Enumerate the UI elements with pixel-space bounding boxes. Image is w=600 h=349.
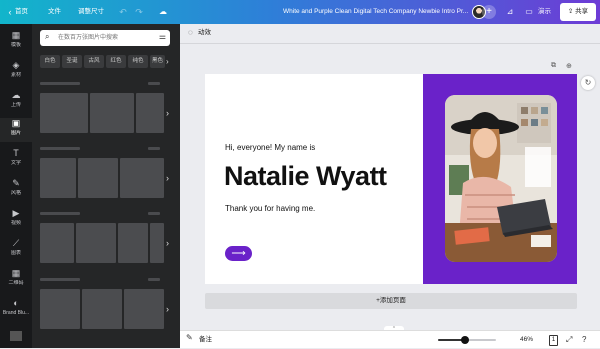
chevron-left-icon[interactable]: ‹ (5, 0, 15, 24)
redo-icon[interactable]: ↷ (134, 0, 144, 24)
add-page-button[interactable]: +添加页面 (205, 293, 577, 309)
search-icon: ⌕ (45, 32, 50, 41)
notes-icon[interactable]: ✎ (186, 333, 193, 342)
search-placeholder: 在数百万张图片中搜索 (58, 35, 119, 41)
document-title[interactable]: White and Purple Clean Digital Tech Comp… (283, 0, 468, 24)
section-header-placeholder (40, 278, 80, 281)
add-collaborator-button[interactable]: + (482, 5, 496, 19)
chevron-right-icon[interactable]: › (166, 55, 169, 68)
sidebar-item-video[interactable]: ▶ 视频 (0, 208, 32, 232)
chip-christmas[interactable]: 圣诞 (62, 55, 82, 68)
fullscreen-icon[interactable]: ⤢ (566, 331, 572, 349)
chip-solid[interactable]: 纯色 (128, 55, 148, 68)
video-icon: ▶ (12, 208, 20, 218)
photo-thumbnail[interactable] (82, 289, 122, 329)
chip-black[interactable]: 黑色 (150, 55, 165, 68)
photo-thumbnail[interactable] (90, 93, 134, 133)
present-button[interactable]: 演示 (538, 0, 551, 24)
photo-thumbnail[interactable] (76, 223, 116, 263)
photo-thumbnail[interactable] (40, 289, 80, 329)
duplicate-page-icon[interactable]: ⧉ (551, 62, 556, 70)
photo-thumbnail[interactable] (40, 223, 74, 263)
zoom-level[interactable]: 46% (520, 331, 533, 349)
page-count[interactable]: 1 (549, 335, 558, 346)
notes-button[interactable]: 备注 (199, 331, 212, 349)
search-input[interactable]: ⌕ 在数百万张图片中搜索 ⚌ (40, 30, 170, 46)
photos-icon: ▣ (11, 118, 21, 128)
upload-icon: ☁ (11, 90, 21, 100)
filter-icon[interactable]: ⚌ (159, 32, 166, 41)
cloud-icon: ☁ (159, 7, 167, 16)
sidebar-item-styles[interactable]: ✎ 风格 (0, 178, 32, 202)
see-all-placeholder (148, 82, 160, 85)
photo-thumbnail[interactable] (40, 93, 88, 133)
arrow-right-icon[interactable]: ⟶ (225, 246, 252, 261)
share-button[interactable]: ⇪ 共享 (560, 3, 596, 21)
section-header-placeholder (40, 212, 80, 215)
section-header-placeholder (40, 147, 80, 150)
brand-icon: ◐ (13, 298, 19, 308)
file-menu[interactable]: 文件 (48, 0, 61, 24)
sidebar-item-brand[interactable]: ◐ Brand Blu... (0, 298, 32, 322)
photo-thumbnail[interactable] (40, 158, 76, 198)
photo-thumbnail[interactable] (118, 223, 148, 263)
apps-icon (10, 331, 22, 341)
see-all-placeholder (148, 147, 160, 150)
photo-thumbnail[interactable] (120, 158, 164, 198)
add-page-icon[interactable]: ⊕ (566, 62, 572, 70)
see-all-placeholder (148, 212, 160, 215)
chip-white[interactable]: 白色 (40, 55, 60, 68)
see-all-placeholder (148, 278, 160, 281)
chevron-right-icon[interactable]: › (166, 108, 169, 118)
help-icon[interactable]: ? (582, 331, 586, 349)
undo-icon[interactable]: ↶ (118, 0, 128, 24)
analytics-icon[interactable]: ⊿ (504, 0, 516, 24)
resize-menu[interactable]: 调整尺寸 (78, 0, 104, 24)
presenter-name[interactable]: Natalie Wyatt (224, 161, 387, 192)
greeting-text[interactable]: Hi, everyone! My name is (225, 143, 315, 152)
photo-thumbnail[interactable] (78, 158, 118, 198)
sidebar-item-text[interactable]: T 文字 (0, 148, 32, 172)
top-bar: ‹ 首页 文件 调整尺寸 ↶ ↷ ☁ White and Purple Clea… (0, 0, 600, 24)
slide-canvas[interactable]: Hi, everyone! My name is Natalie Wyatt T… (205, 74, 577, 284)
bottom-bar: ✎ 备注 46% 1 ⤢ ? (180, 330, 600, 348)
photo-thumbnail[interactable] (150, 223, 164, 263)
chip-ancient[interactable]: 古风 (84, 55, 104, 68)
elements-icon: ◈ (12, 60, 20, 70)
template-icon: ▦ (11, 30, 21, 40)
text-icon: T (13, 148, 19, 158)
animate-button[interactable]: 动效 (198, 27, 211, 39)
photo-thumbnail[interactable] (124, 289, 164, 329)
sidebar-item-photos[interactable]: ▣ 图片 (0, 118, 32, 142)
sidebar-item-elements[interactable]: ◈ 素材 (0, 60, 32, 84)
slide-photo[interactable] (445, 95, 557, 262)
toolbar-divider (180, 43, 600, 44)
chevron-right-icon[interactable]: › (166, 173, 169, 183)
home-button[interactable]: 首页 (15, 0, 28, 24)
sidebar-item-templates[interactable]: ▦ 模板 (0, 30, 32, 54)
section-header-placeholder (40, 82, 80, 85)
thanks-text[interactable]: Thank you for having me. (225, 204, 315, 213)
zoom-slider[interactable] (438, 336, 496, 344)
sidebar-rail: ▦ 模板 ◈ 素材 ☁ 上传 ▣ 图片 T 文字 ✎ 风格 ▶ 视频 ⟋ 图表 … (0, 24, 32, 348)
qrcode-icon: ▦ (11, 268, 21, 278)
photo-thumbnail[interactable] (136, 93, 164, 133)
woman-with-laptop-photo (445, 95, 557, 262)
chevron-right-icon[interactable]: › (166, 304, 169, 314)
sidebar-item-qrcode[interactable]: ▦ 二维码 (0, 268, 32, 292)
refresh-icon[interactable]: ↻ (581, 76, 595, 90)
charts-icon: ⟋ (12, 238, 20, 248)
chip-red[interactable]: 红色 (106, 55, 126, 68)
sidebar-item-upload[interactable]: ☁ 上传 (0, 90, 32, 114)
zoom-slider-thumb[interactable] (460, 336, 469, 344)
chevron-right-icon[interactable]: › (166, 238, 169, 248)
styles-icon: ✎ (12, 178, 20, 188)
sidebar-item-more[interactable] (0, 328, 32, 342)
present-icon[interactable]: ▭ (523, 0, 535, 24)
sidebar-item-charts[interactable]: ⟋ 图表 (0, 238, 32, 262)
animate-icon[interactable]: ◌ (188, 28, 193, 37)
